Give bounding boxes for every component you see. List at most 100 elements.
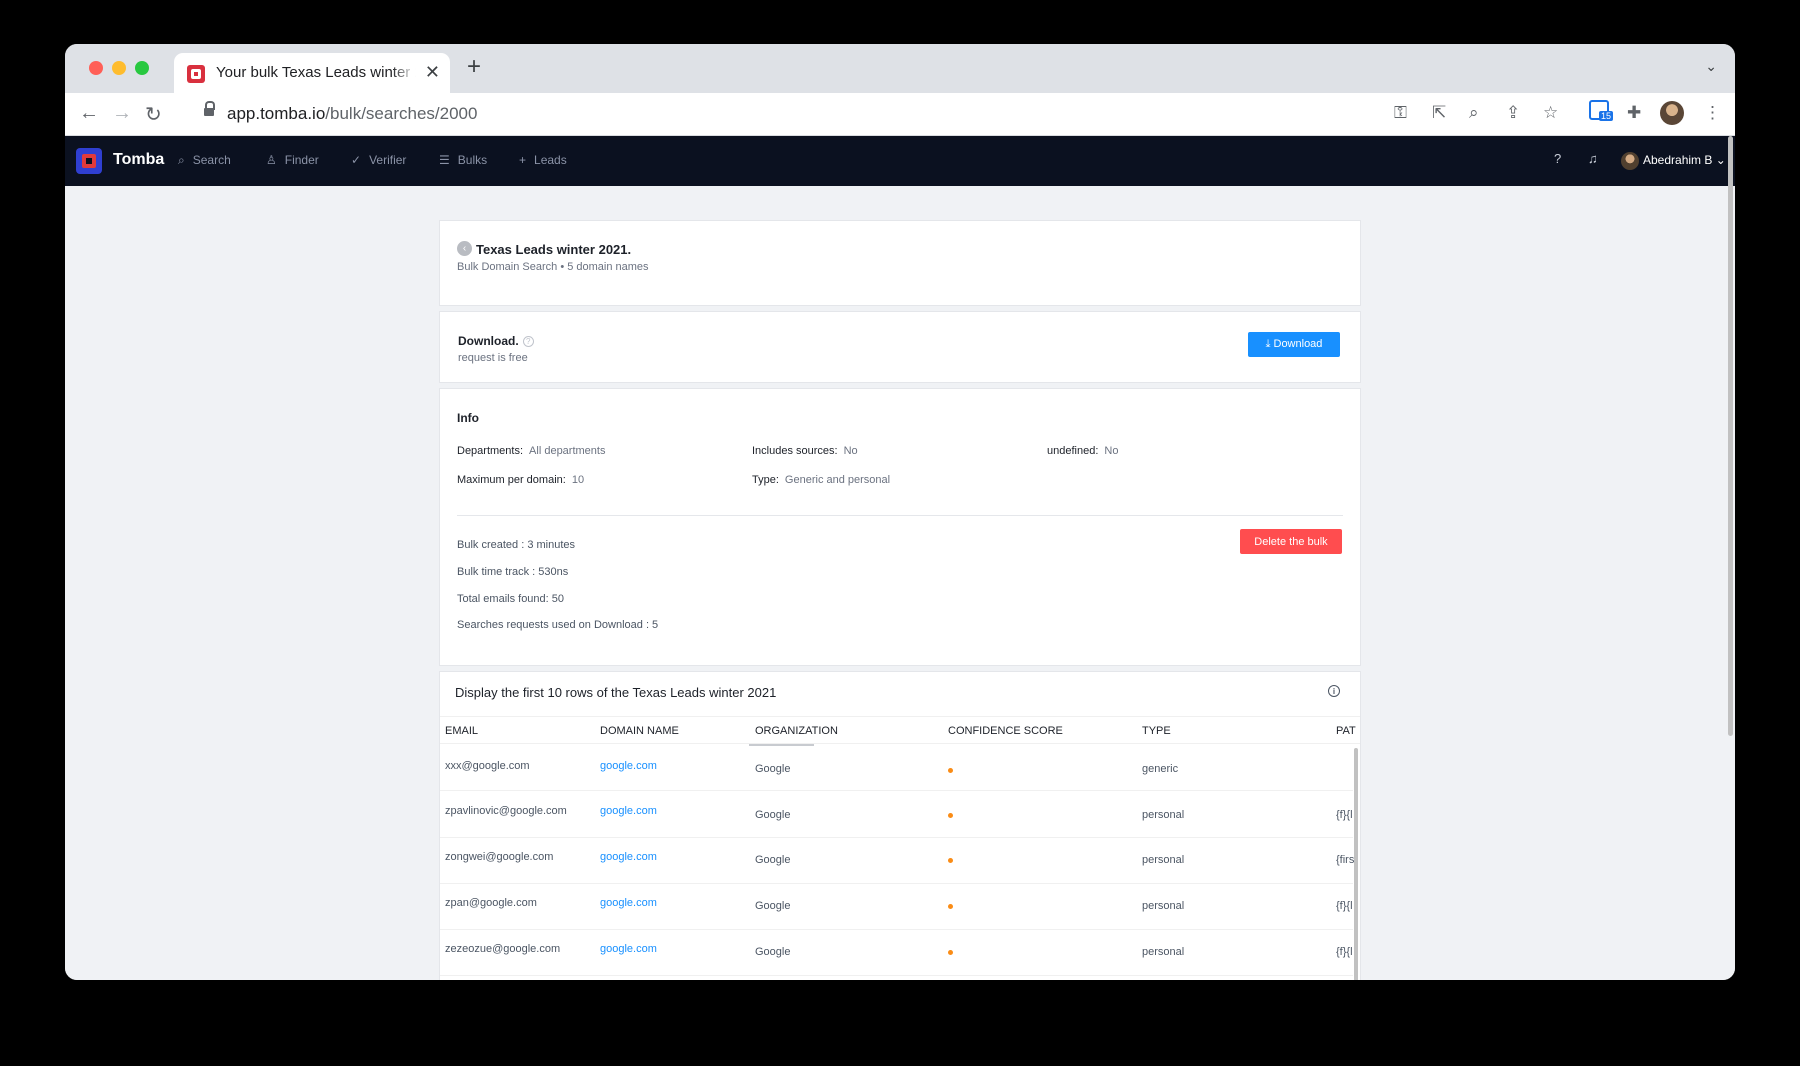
cell-domain-link[interactable]: google.com bbox=[600, 851, 657, 863]
table-row[interactable]: zezeozue@google.com google.com Google pe… bbox=[440, 930, 1353, 976]
menu-kebab-icon[interactable]: ⋮ bbox=[1704, 103, 1721, 123]
stat-total-emails: Total emails found: 50 bbox=[457, 593, 565, 605]
browser-window: Your bulk Texas Leads winter 2021 ✕ + ⌄ … bbox=[65, 44, 1735, 980]
download-card: Download.? request is free ⤓ Download bbox=[439, 311, 1361, 383]
cell-type: personal bbox=[1142, 900, 1185, 912]
back-arrow-icon[interactable]: ← bbox=[79, 102, 99, 125]
divider bbox=[457, 515, 1343, 516]
user-menu[interactable]: Abedrahim B ⌄ bbox=[1643, 153, 1726, 167]
reload-icon[interactable]: ↻ bbox=[145, 102, 162, 127]
stat-search-requests: Searches requests used on Download : 5 bbox=[457, 619, 659, 631]
cell-type: generic bbox=[1142, 763, 1179, 775]
forward-arrow-icon[interactable]: → bbox=[112, 102, 132, 125]
browser-tab[interactable]: Your bulk Texas Leads winter 2021 ✕ bbox=[174, 53, 450, 93]
column-organization[interactable]: ORGANIZATION bbox=[755, 725, 838, 737]
results-table-card: Display the first 10 rows of the Texas L… bbox=[439, 671, 1361, 980]
tab-strip: Your bulk Texas Leads winter 2021 ✕ + ⌄ bbox=[65, 44, 1735, 93]
url-text[interactable]: app.tomba.io/bulk/searches/2000 bbox=[227, 104, 477, 124]
share-icon[interactable]: ⇪ bbox=[1506, 103, 1520, 123]
nav-leads[interactable]: + Leads bbox=[519, 153, 567, 167]
bookmark-star-icon[interactable]: ☆ bbox=[1543, 103, 1558, 123]
list-icon: ☰ bbox=[439, 153, 450, 167]
info-card: Info Departments: All departments Include… bbox=[439, 388, 1361, 666]
bulk-header-card: ‹ Texas Leads winter 2021. Bulk Domain S… bbox=[439, 220, 1361, 306]
help-icon[interactable]: ? bbox=[1554, 151, 1561, 166]
zoom-icon[interactable]: ⌕ bbox=[1469, 103, 1479, 123]
nav-verifier[interactable]: ✓ Verifier bbox=[351, 153, 406, 167]
table-row[interactable]: zpan@google.com google.com Google person… bbox=[440, 884, 1353, 930]
check-icon: ✓ bbox=[351, 153, 362, 167]
cell-email: zongwei@google.com bbox=[445, 851, 554, 863]
field-type: Type: Generic and personal bbox=[752, 474, 891, 486]
puzzle-extensions-icon[interactable]: ✚ bbox=[1627, 103, 1641, 123]
tab-title: Your bulk Texas Leads winter 2021 bbox=[216, 64, 416, 81]
cell-pattern: {firs bbox=[1336, 854, 1354, 866]
column-type[interactable]: TYPE bbox=[1142, 725, 1171, 737]
field-undefined: undefined: No bbox=[1047, 445, 1119, 457]
close-window-button[interactable] bbox=[89, 61, 103, 75]
table-row[interactable]: xxx@google.com google.com Google generic bbox=[440, 745, 1353, 791]
download-button[interactable]: ⤓ Download bbox=[1248, 332, 1340, 357]
minimize-window-button[interactable] bbox=[112, 61, 126, 75]
info-icon[interactable]: i bbox=[1328, 685, 1340, 697]
tomba-logo-icon[interactable] bbox=[76, 148, 102, 174]
delete-bulk-button[interactable]: Delete the bulk bbox=[1240, 529, 1342, 554]
table-row[interactable]: zongwei@google.com google.com Google per… bbox=[440, 838, 1354, 884]
cell-domain-link[interactable]: google.com bbox=[600, 805, 657, 817]
person-icon: ♙ bbox=[266, 153, 277, 167]
nav-bulks[interactable]: ☰ Bulks bbox=[439, 153, 487, 167]
confidence-score-dot bbox=[948, 950, 953, 955]
bell-icon[interactable]: ♫ bbox=[1588, 151, 1598, 166]
cell-organization: Google bbox=[755, 854, 791, 866]
key-icon[interactable]: ⚿ bbox=[1394, 103, 1407, 123]
column-confidence-score[interactable]: CONFIDENCE SCORE bbox=[948, 725, 1063, 737]
plus-icon: + bbox=[519, 153, 527, 167]
cell-email: zpan@google.com bbox=[445, 897, 537, 909]
cell-email: zpavlinovic@google.com bbox=[445, 805, 567, 817]
cell-domain-link[interactable]: google.com bbox=[600, 897, 657, 909]
cell-organization: Google bbox=[755, 946, 791, 958]
table-scrollbar[interactable] bbox=[1354, 748, 1358, 980]
tab-close-icon[interactable]: ✕ bbox=[425, 62, 440, 83]
cell-pattern: {f}{l bbox=[1336, 900, 1353, 912]
nav-search[interactable]: ⌕ Search bbox=[178, 153, 231, 168]
cell-type: personal bbox=[1142, 854, 1185, 866]
cell-domain-link[interactable]: google.com bbox=[600, 943, 657, 955]
table-row[interactable]: zpavlinovic@google.com google.com Google… bbox=[440, 792, 1353, 838]
browser-profile-avatar[interactable] bbox=[1660, 101, 1684, 125]
maximize-window-button[interactable] bbox=[135, 61, 149, 75]
tab-search-chevron-icon[interactable]: ⌄ bbox=[1705, 58, 1717, 75]
question-icon[interactable]: ? bbox=[522, 336, 534, 347]
cell-email: zezeozue@google.com bbox=[445, 943, 561, 955]
search-icon: ⌕ bbox=[178, 153, 185, 167]
table-header: EMAIL DOMAIN NAME ORGANIZATION CONFIDENC… bbox=[440, 716, 1360, 746]
field-includes-sources: Includes sources: No bbox=[752, 445, 858, 457]
extension-badge-count: 15 bbox=[1599, 111, 1614, 121]
confidence-score-dot bbox=[948, 768, 953, 773]
field-departments: Departments: All departments bbox=[457, 445, 606, 457]
page-scrollbar[interactable] bbox=[1728, 136, 1733, 736]
new-tab-button[interactable]: + bbox=[467, 53, 481, 81]
back-icon[interactable]: ‹ bbox=[457, 241, 472, 256]
app-navbar: Tomba ⌕ Search ♙ Finder ✓ Verifier ☰ Bulks +… bbox=[65, 136, 1735, 186]
brand-name[interactable]: Tomba bbox=[113, 151, 164, 169]
open-external-icon[interactable]: ⇱ bbox=[1432, 103, 1446, 123]
field-maximum-per-domain: Maximum per domain: 10 bbox=[457, 474, 585, 486]
column-domain-name[interactable]: DOMAIN NAME bbox=[600, 725, 679, 737]
cell-domain-link[interactable]: google.com bbox=[600, 760, 657, 772]
tomba-favicon-icon bbox=[187, 65, 205, 83]
confidence-score-dot bbox=[948, 813, 953, 818]
cell-organization: Google bbox=[755, 763, 791, 775]
download-subtitle: request is free bbox=[458, 352, 528, 364]
stat-time-track: Bulk time track : 530ns bbox=[457, 566, 569, 578]
tomba-extension-icon[interactable]: 15 bbox=[1589, 100, 1614, 121]
page-subtitle: Bulk Domain Search • 5 domain names bbox=[457, 261, 649, 273]
table-title: Display the first 10 rows of the Texas L… bbox=[455, 685, 777, 700]
cell-pattern: {f}{l bbox=[1336, 809, 1353, 821]
column-pattern[interactable]: PAT bbox=[1336, 725, 1356, 737]
nav-finder[interactable]: ♙ Finder bbox=[266, 153, 319, 167]
confidence-score-dot bbox=[948, 858, 953, 863]
user-avatar[interactable] bbox=[1621, 152, 1639, 170]
column-email[interactable]: EMAIL bbox=[445, 725, 478, 737]
cell-organization: Google bbox=[755, 809, 791, 821]
